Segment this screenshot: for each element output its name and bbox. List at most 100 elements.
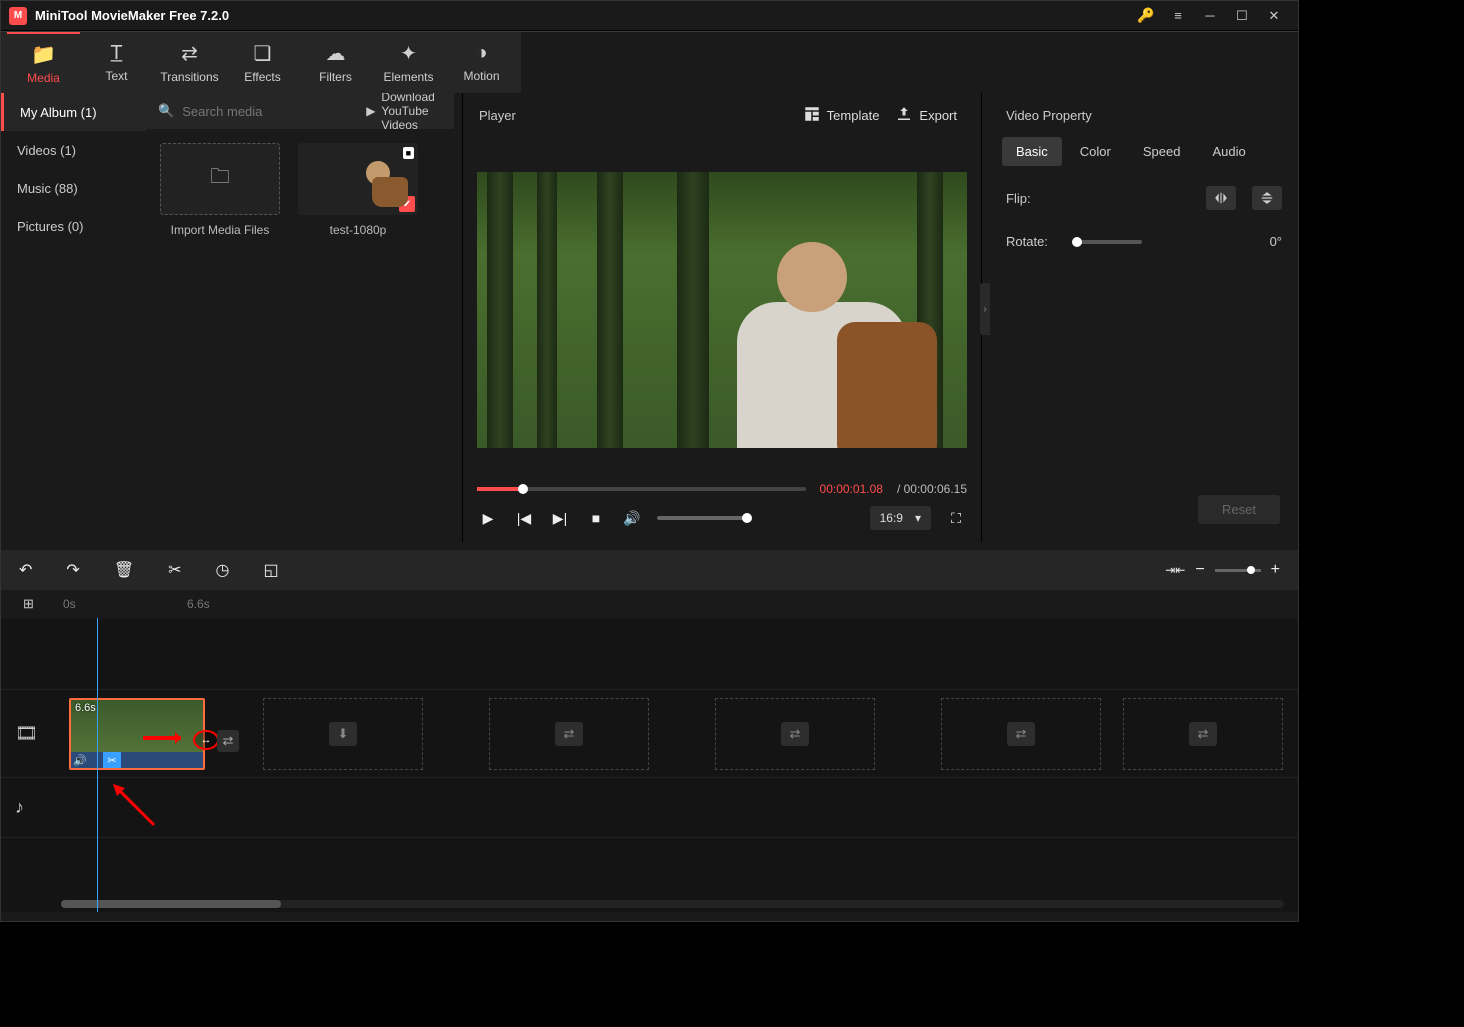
tab-effects[interactable]: ❏ Effects: [226, 32, 299, 94]
tab-motion[interactable]: ◑ Motion: [445, 32, 518, 94]
export-button[interactable]: Export: [887, 99, 965, 132]
maximize-icon[interactable]: ☐: [1226, 2, 1258, 30]
rotate-value: 0°: [1270, 234, 1282, 249]
fit-icon[interactable]: ⇥⇤: [1165, 563, 1185, 577]
flip-horizontal-button[interactable]: [1206, 186, 1236, 210]
import-media-button[interactable]: 🗀: [160, 143, 280, 215]
rotate-slider[interactable]: [1072, 240, 1142, 244]
timeline-clip[interactable]: 6.6s ↔ ⇄ 🔊 ✂: [69, 698, 205, 770]
clip-audio-icon[interactable]: 🔊: [71, 752, 89, 768]
crop-icon[interactable]: ◱: [264, 560, 279, 580]
app-logo: M: [9, 7, 27, 25]
audio-track[interactable]: ♪: [1, 778, 1298, 838]
sidebar-item-3[interactable]: Pictures (0): [1, 207, 146, 245]
top-tabs: 📁 MediaT̲ Text⇄ Transitions❏ Effects☁ Fi…: [1, 31, 1298, 93]
flip-label: Flip:: [1006, 191, 1056, 206]
aspect-value: 16:9: [880, 511, 903, 525]
speed-icon[interactable]: ◷: [216, 560, 230, 580]
text-track[interactable]: [1, 618, 1298, 690]
prop-tab-speed[interactable]: Speed: [1129, 137, 1195, 166]
total-time: / 00:00:06.15: [897, 482, 967, 496]
tab-media-label: Media: [27, 71, 60, 85]
minimize-icon[interactable]: ─: [1194, 2, 1226, 30]
download-youtube-button[interactable]: ▶ Download YouTube Videos: [366, 90, 442, 132]
trim-handle-icon[interactable]: ↔: [193, 730, 219, 750]
tab-text[interactable]: T̲ Text: [80, 32, 153, 94]
timeline[interactable]: 🎞 6.6s ↔ ⇄ 🔊 ✂ ⬇⇄⇄⇄⇄ ♪: [1, 618, 1298, 912]
empty-clip-slot-2[interactable]: ⇄: [715, 698, 875, 770]
template-icon: [803, 105, 821, 126]
reset-button[interactable]: Reset: [1198, 495, 1280, 524]
split-icon[interactable]: ✂: [168, 560, 181, 580]
collapse-panel-button[interactable]: ›: [980, 283, 990, 335]
prev-frame-icon[interactable]: |◀: [513, 507, 535, 529]
flip-vertical-button[interactable]: [1252, 186, 1282, 210]
prop-tab-audio[interactable]: Audio: [1198, 137, 1259, 166]
fullscreen-icon[interactable]: ⛶: [945, 507, 967, 529]
export-label: Export: [919, 108, 957, 123]
tab-transitions-icon: ⇄: [181, 41, 198, 66]
transition-slot-icon[interactable]: ⇄: [217, 730, 239, 752]
prop-tab-color[interactable]: Color: [1066, 137, 1125, 166]
empty-clip-slot-3[interactable]: ⇄: [941, 698, 1101, 770]
sidebar-item-0[interactable]: My Album (1): [1, 93, 146, 131]
empty-clip-slot-0[interactable]: ⬇: [263, 698, 423, 770]
tab-transitions[interactable]: ⇄ Transitions: [153, 32, 226, 94]
search-input[interactable]: [182, 104, 358, 119]
sidebar-item-1[interactable]: Videos (1): [1, 131, 146, 169]
search-icon: 🔍: [158, 103, 174, 119]
seek-bar[interactable]: [477, 487, 806, 491]
prop-tab-basic[interactable]: Basic: [1002, 137, 1062, 166]
video-track[interactable]: 🎞 6.6s ↔ ⇄ 🔊 ✂ ⬇⇄⇄⇄⇄: [1, 690, 1298, 778]
redo-icon[interactable]: ↷: [66, 560, 79, 580]
tab-filters[interactable]: ☁ Filters: [299, 32, 372, 94]
media-clip-thumb[interactable]: ■ ✔: [298, 143, 418, 215]
ruler-mark-start: 0s: [63, 597, 76, 611]
menu-icon[interactable]: ≡: [1162, 2, 1194, 30]
empty-clip-slot-1[interactable]: ⇄: [489, 698, 649, 770]
stop-icon[interactable]: ■: [585, 507, 607, 529]
transition-icon: ⇄: [555, 722, 583, 746]
transition-icon: ⇄: [1007, 722, 1035, 746]
clip-split-icon[interactable]: ✂: [103, 752, 121, 768]
app-title: MiniTool MovieMaker Free 7.2.0: [35, 8, 229, 23]
player-label: Player: [479, 108, 516, 123]
tab-elements-label: Elements: [383, 70, 433, 84]
player-canvas[interactable]: [477, 172, 967, 448]
key-icon[interactable]: 🔑: [1130, 2, 1162, 30]
rotate-label: Rotate:: [1006, 234, 1056, 249]
zoom-in-icon[interactable]: +: [1271, 561, 1280, 579]
next-frame-icon[interactable]: ▶|: [549, 507, 571, 529]
close-icon[interactable]: ✕: [1258, 2, 1290, 30]
tab-effects-icon: ❏: [254, 41, 272, 66]
tab-elements[interactable]: ✦ Elements: [372, 32, 445, 94]
undo-icon[interactable]: ↶: [19, 560, 32, 580]
tab-elements-icon: ✦: [400, 41, 417, 66]
zoom-slider[interactable]: [1215, 569, 1261, 572]
zoom-out-icon[interactable]: −: [1195, 561, 1204, 579]
download-youtube-label: Download YouTube Videos: [381, 90, 442, 132]
export-icon: [895, 105, 913, 126]
tab-text-icon: T̲: [110, 42, 122, 65]
media-clip-label: test-1080p: [330, 223, 387, 237]
delete-icon[interactable]: 🗑: [114, 560, 134, 580]
template-button[interactable]: Template: [795, 99, 888, 132]
property-title: Video Property: [990, 93, 1298, 137]
tab-media[interactable]: 📁 Media: [7, 32, 80, 94]
empty-clip-slot-4[interactable]: ⇄: [1123, 698, 1283, 770]
add-track-icon[interactable]: ⊞: [23, 596, 53, 612]
import-media-label: Import Media Files: [171, 223, 270, 237]
tab-motion-icon: ◑: [475, 42, 487, 65]
timeline-scrollbar[interactable]: [61, 900, 1284, 908]
volume-icon[interactable]: 🔊: [621, 507, 643, 529]
volume-slider[interactable]: [657, 516, 747, 520]
play-icon[interactable]: ▶: [477, 507, 499, 529]
youtube-icon: ▶: [366, 104, 375, 118]
transition-icon: ⇄: [781, 722, 809, 746]
playhead[interactable]: [97, 618, 98, 912]
aspect-select[interactable]: 16:9 ▾: [870, 506, 931, 530]
tab-filters-label: Filters: [319, 70, 352, 84]
timeline-ruler[interactable]: ⊞ 0s 6.6s: [1, 590, 1298, 618]
sidebar-item-2[interactable]: Music (88): [1, 169, 146, 207]
folder-icon: 🗀: [210, 162, 230, 196]
